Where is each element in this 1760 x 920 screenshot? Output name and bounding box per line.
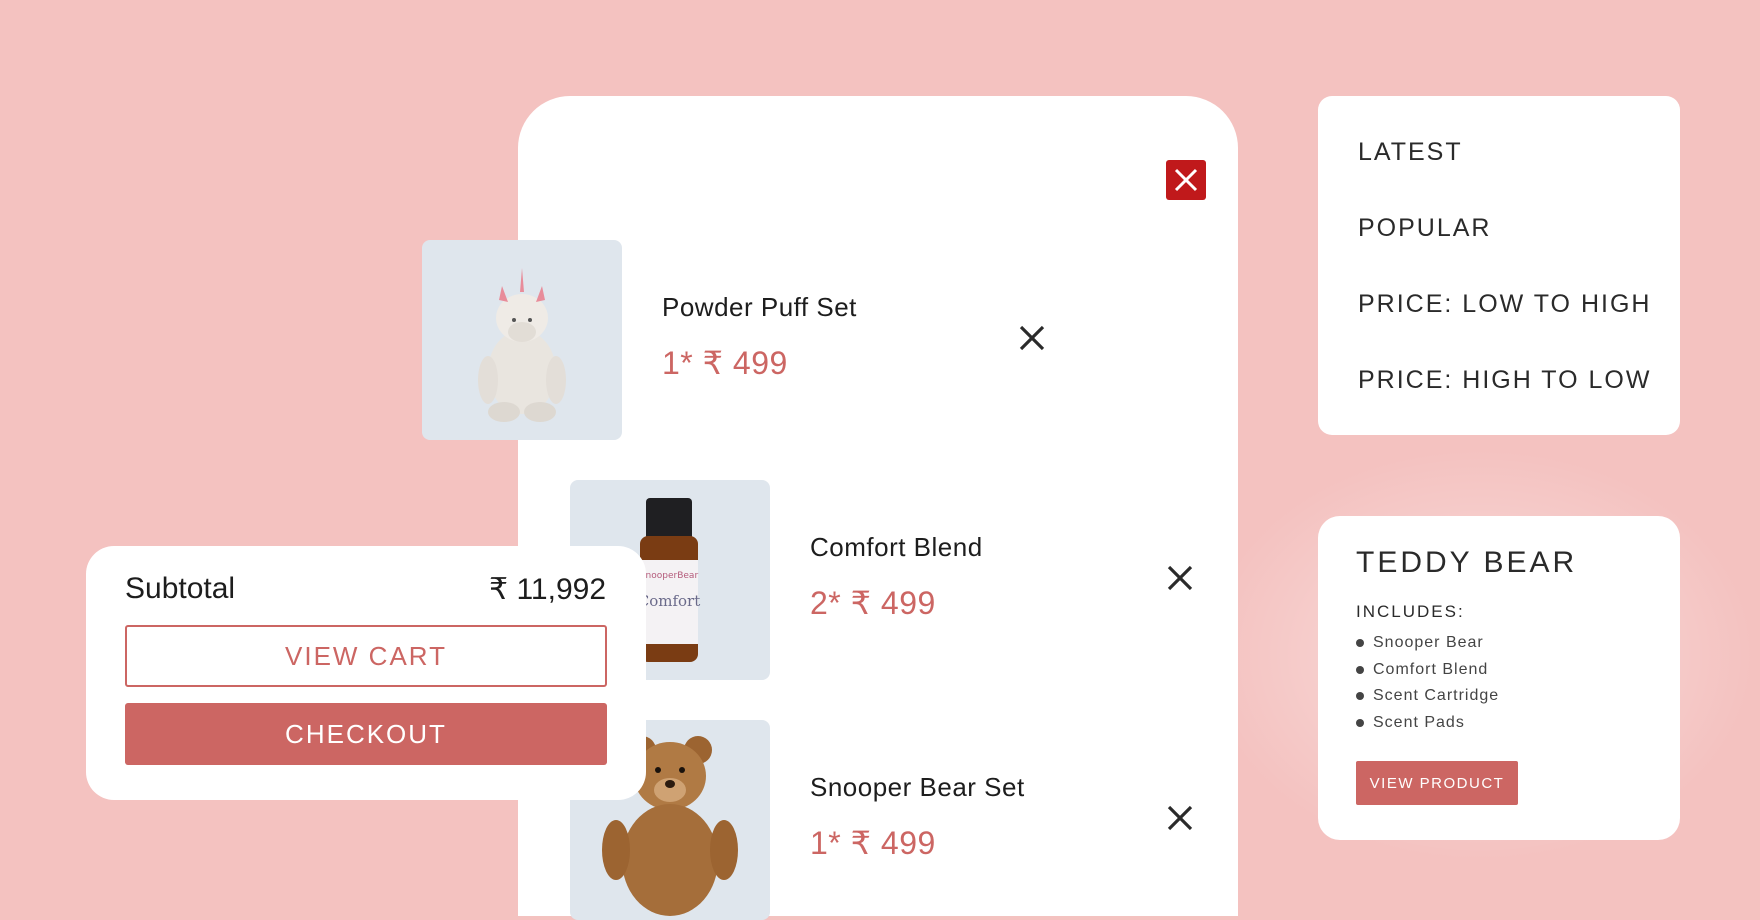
sort-option-price-high-low[interactable]: PRICE: HIGH TO LOW — [1358, 366, 1651, 395]
sort-option-popular[interactable]: POPULAR — [1358, 214, 1491, 243]
close-icon — [1174, 168, 1198, 192]
cart-item-name: Comfort Blend — [810, 532, 983, 562]
includes-item: Snooper Bear — [1356, 630, 1499, 657]
view-cart-button[interactable]: VIEW CART — [125, 625, 607, 687]
remove-item-icon[interactable] — [1165, 803, 1195, 833]
bottle-label-name: Comfort — [638, 592, 701, 610]
includes-item: Scent Cartridge — [1356, 683, 1499, 710]
cart-item-name: Powder Puff Set — [662, 292, 857, 322]
includes-list: Snooper Bear Comfort Blend Scent Cartrid… — [1356, 630, 1499, 736]
remove-item-icon[interactable] — [1165, 563, 1195, 593]
cart-item-price: 1* ₹ 499 — [810, 825, 936, 861]
checkout-button[interactable]: CHECKOUT — [125, 703, 607, 765]
bottle-label-brand: SnooperBear — [640, 571, 699, 581]
sort-option-price-low-high[interactable]: PRICE: LOW TO HIGH — [1358, 290, 1651, 319]
view-product-button[interactable]: VIEW PRODUCT — [1356, 761, 1518, 805]
subtotal-value: ₹ 11,992 — [489, 573, 606, 606]
sort-option-latest[interactable]: LATEST — [1358, 138, 1463, 167]
cart-item-price: 2* ₹ 499 — [810, 585, 936, 621]
includes-item: Scent Pads — [1356, 710, 1499, 737]
product-title: TEDDY BEAR — [1356, 546, 1578, 579]
cart-item-image-powder-puff — [422, 240, 622, 440]
cart-item-name: Snooper Bear Set — [810, 772, 1025, 802]
subtotal-label: Subtotal — [125, 572, 236, 605]
remove-item-icon[interactable] — [1017, 323, 1047, 353]
unicorn-plush-image — [478, 268, 566, 422]
includes-item: Comfort Blend — [1356, 657, 1499, 684]
close-cart-button[interactable] — [1166, 160, 1206, 200]
cart-item-price: 1* ₹ 499 — [662, 345, 788, 381]
includes-label: INCLUDES: — [1356, 602, 1465, 621]
